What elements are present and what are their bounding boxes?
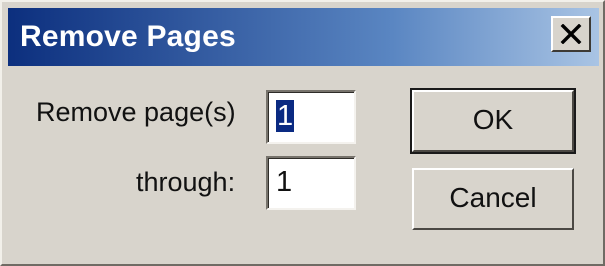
to-page-input[interactable]: 1	[266, 156, 356, 210]
close-icon	[560, 24, 582, 44]
ok-button[interactable]: OK	[410, 88, 576, 154]
to-page-value: 1	[276, 166, 293, 198]
close-button[interactable]	[551, 16, 591, 52]
cancel-button[interactable]: Cancel	[412, 168, 574, 230]
dialog-title: Remove Pages	[20, 20, 236, 53]
title-bar[interactable]: Remove Pages	[8, 8, 599, 66]
through-label: through:	[136, 167, 236, 197]
remove-pages-dialog: Remove Pages Remove page(s) 1 through: 1…	[0, 0, 605, 266]
from-page-value: 1	[276, 100, 295, 132]
from-page-input[interactable]: 1	[266, 90, 356, 144]
remove-pages-label: Remove page(s)	[36, 97, 236, 127]
